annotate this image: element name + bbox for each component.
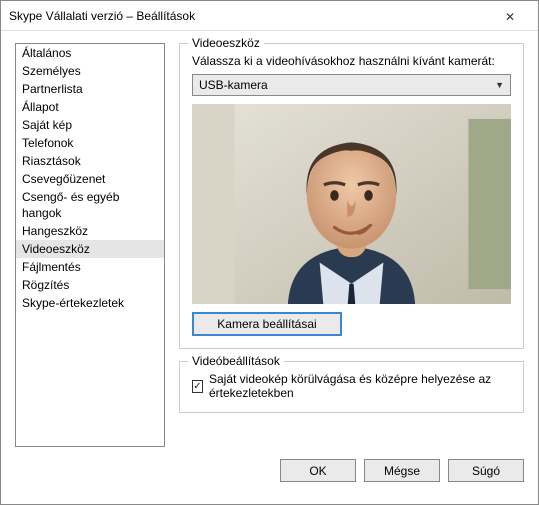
video-device-group: Videoeszköz Válassza ki a videohívásokho… bbox=[179, 43, 524, 349]
camera-select-prompt: Válassza ki a videohívásokhoz használni … bbox=[192, 54, 511, 68]
ok-button[interactable]: OK bbox=[280, 459, 356, 482]
help-button-label: Súgó bbox=[472, 464, 500, 478]
video-device-legend: Videoeszköz bbox=[188, 36, 264, 50]
sidebar-item[interactable]: Videoeszköz bbox=[16, 240, 164, 258]
crop-video-checkbox-label: Saját videokép körülvágása és középre he… bbox=[209, 372, 511, 400]
titlebar: Skype Vállalati verzió – Beállítások ✕ bbox=[1, 1, 538, 31]
sidebar-item[interactable]: Telefonok bbox=[16, 134, 164, 152]
dialog-buttons: OK Mégse Súgó bbox=[1, 459, 538, 496]
crop-video-checkbox[interactable]: ✓ bbox=[192, 380, 203, 393]
camera-settings-button-label: Kamera beállításai bbox=[217, 317, 316, 331]
sidebar-item[interactable]: Riasztások bbox=[16, 152, 164, 170]
video-settings-legend: Videóbeállítások bbox=[188, 354, 284, 368]
cancel-button[interactable]: Mégse bbox=[364, 459, 440, 482]
sidebar-item[interactable]: Csevegőüzenet bbox=[16, 170, 164, 188]
camera-preview bbox=[192, 104, 511, 304]
video-settings-group: Videóbeállítások ✓ Saját videokép körülv… bbox=[179, 361, 524, 413]
close-button[interactable]: ✕ bbox=[490, 8, 530, 24]
sidebar-item[interactable]: Személyes bbox=[16, 62, 164, 80]
settings-category-list: ÁltalánosSzemélyesPartnerlistaÁllapotSaj… bbox=[15, 43, 165, 447]
sidebar-item[interactable]: Skype-értekezletek bbox=[16, 294, 164, 312]
main-panel: Videoeszköz Válassza ki a videohívásokho… bbox=[179, 43, 524, 447]
ok-button-label: OK bbox=[309, 464, 326, 478]
content: ÁltalánosSzemélyesPartnerlistaÁllapotSaj… bbox=[1, 31, 538, 459]
cancel-button-label: Mégse bbox=[384, 464, 420, 478]
window-title: Skype Vállalati verzió – Beállítások bbox=[9, 9, 490, 23]
sidebar-item[interactable]: Rögzítés bbox=[16, 276, 164, 294]
close-icon: ✕ bbox=[505, 10, 515, 24]
chevron-down-icon: ▼ bbox=[495, 80, 504, 90]
help-button[interactable]: Súgó bbox=[448, 459, 524, 482]
camera-select-dropdown[interactable]: USB-kamera ▼ bbox=[192, 74, 511, 96]
sidebar-item[interactable]: Csengő- és egyéb hangok bbox=[16, 188, 164, 222]
sidebar-item[interactable]: Partnerlista bbox=[16, 80, 164, 98]
crop-video-checkbox-row[interactable]: ✓ Saját videokép körülvágása és középre … bbox=[192, 372, 511, 400]
sidebar-item[interactable]: Fájlmentés bbox=[16, 258, 164, 276]
sidebar-item[interactable]: Hangeszköz bbox=[16, 222, 164, 240]
camera-settings-button[interactable]: Kamera beállításai bbox=[192, 312, 342, 336]
sidebar-item[interactable]: Általános bbox=[16, 44, 164, 62]
sidebar-item[interactable]: Saját kép bbox=[16, 116, 164, 134]
camera-select-value: USB-kamera bbox=[199, 78, 495, 92]
sidebar-item[interactable]: Állapot bbox=[16, 98, 164, 116]
